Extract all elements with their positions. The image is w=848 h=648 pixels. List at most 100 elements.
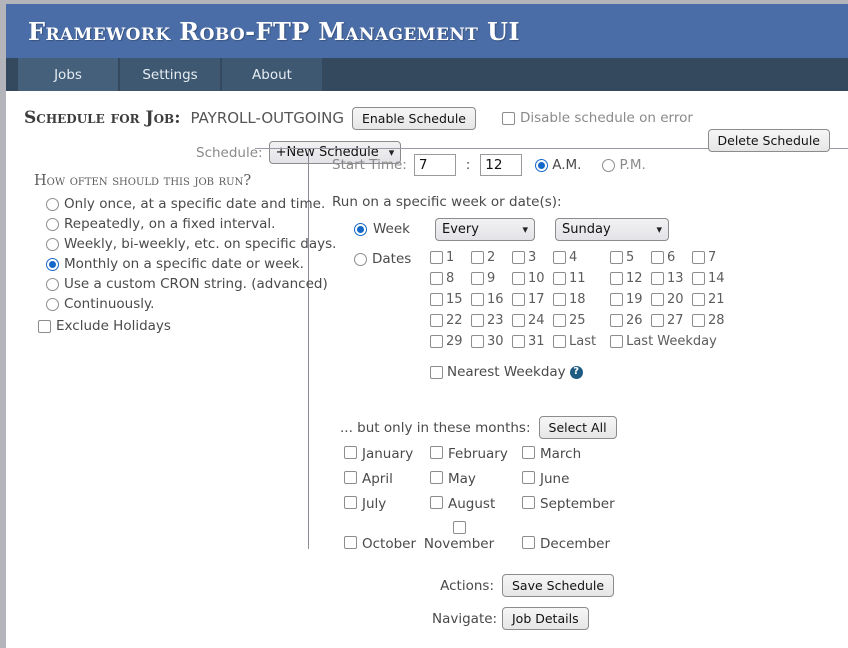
- date-checkbox-15[interactable]: 15: [430, 292, 471, 307]
- checkbox[interactable]: [522, 536, 535, 549]
- checkbox[interactable]: [512, 335, 525, 348]
- dates-option[interactable]: Dates: [354, 250, 430, 267]
- checkbox[interactable]: [553, 335, 566, 348]
- checkbox[interactable]: [522, 496, 535, 509]
- radio-monthly[interactable]: [46, 257, 59, 271]
- date-checkbox-last[interactable]: Last: [553, 334, 596, 349]
- date-checkbox-13[interactable]: 13: [651, 271, 692, 286]
- date-checkbox-27[interactable]: 27: [651, 313, 692, 328]
- checkbox[interactable]: [553, 314, 566, 327]
- checkbox[interactable]: [553, 293, 566, 306]
- checkbox[interactable]: [344, 471, 357, 484]
- week-day-select[interactable]: Sunday ▾: [555, 217, 669, 241]
- month-checkbox-january[interactable]: January: [344, 446, 430, 462]
- month-checkbox-july[interactable]: July: [344, 496, 430, 512]
- help-icon[interactable]: ?: [569, 365, 583, 379]
- radio-cron[interactable]: [46, 277, 59, 291]
- date-checkbox-8[interactable]: 8: [430, 271, 471, 286]
- checkbox[interactable]: [553, 251, 566, 264]
- checkbox[interactable]: [692, 314, 705, 327]
- radio-weekly[interactable]: [46, 237, 59, 251]
- radio-dates[interactable]: [354, 252, 367, 266]
- disable-schedule-on-error-checkbox[interactable]: [501, 111, 515, 125]
- date-checkbox-23[interactable]: 23: [471, 313, 512, 328]
- date-checkbox-9[interactable]: 9: [471, 271, 512, 286]
- checkbox[interactable]: [522, 446, 535, 459]
- date-checkbox-10[interactable]: 10: [512, 271, 553, 286]
- pm-option[interactable]: P.M.: [602, 157, 646, 173]
- frequency-option-weekly[interactable]: Weekly, bi-weekly, etc. on specific days…: [46, 234, 336, 254]
- frequency-option-monthly[interactable]: Monthly on a specific date or week.: [46, 254, 304, 274]
- checkbox[interactable]: [512, 293, 525, 306]
- date-checkbox-16[interactable]: 16: [471, 292, 512, 307]
- frequency-option-cron[interactable]: Use a custom CRON string. (advanced): [46, 274, 328, 294]
- date-checkbox-2[interactable]: 2: [471, 250, 512, 265]
- checkbox[interactable]: [471, 293, 484, 306]
- radio-once[interactable]: [46, 197, 59, 211]
- checkbox[interactable]: [512, 272, 525, 285]
- am-option[interactable]: A.M.: [535, 157, 581, 173]
- month-checkbox-september[interactable]: September: [522, 496, 832, 512]
- radio-pm[interactable]: [602, 158, 616, 172]
- checkbox[interactable]: [610, 314, 623, 327]
- date-checkbox-20[interactable]: 20: [651, 292, 692, 307]
- frequency-option-once[interactable]: Only once, at a specific date and time.: [46, 194, 325, 214]
- date-checkbox-7[interactable]: 7: [692, 250, 733, 265]
- tab-about[interactable]: About: [222, 58, 322, 91]
- date-checkbox-18[interactable]: 18: [553, 292, 594, 307]
- month-checkbox-june[interactable]: June: [522, 471, 832, 487]
- month-checkbox-november[interactable]: November: [424, 521, 494, 552]
- checkbox[interactable]: [471, 251, 484, 264]
- checkbox[interactable]: [610, 335, 624, 348]
- date-checkbox-6[interactable]: 6: [651, 250, 692, 265]
- date-checkbox-29[interactable]: 29: [430, 334, 471, 349]
- radio-week[interactable]: [354, 222, 367, 236]
- checkbox[interactable]: [610, 293, 623, 306]
- checkbox[interactable]: [553, 272, 566, 285]
- checkbox[interactable]: [610, 251, 623, 264]
- date-checkbox-31[interactable]: 31: [512, 334, 553, 349]
- month-checkbox-october[interactable]: October: [344, 536, 430, 552]
- checkbox[interactable]: [651, 293, 664, 306]
- date-checkbox-12[interactable]: 12: [610, 271, 651, 286]
- checkbox[interactable]: [522, 471, 535, 484]
- disable-schedule-on-error-checkbox-wrap[interactable]: Disable schedule on error: [501, 110, 693, 126]
- date-checkbox-24[interactable]: 24: [512, 313, 553, 328]
- date-checkbox-30[interactable]: 30: [471, 334, 512, 349]
- start-time-hour-input[interactable]: [413, 154, 456, 176]
- month-checkbox-march[interactable]: March: [522, 446, 832, 462]
- checkbox[interactable]: [430, 314, 443, 327]
- exclude-holidays-checkbox[interactable]: [38, 319, 51, 333]
- checkbox[interactable]: [692, 272, 705, 285]
- delete-schedule-button[interactable]: Delete Schedule: [707, 129, 830, 152]
- date-checkbox-19[interactable]: 19: [610, 292, 651, 307]
- month-checkbox-december[interactable]: December: [522, 536, 832, 552]
- checkbox[interactable]: [651, 251, 664, 264]
- checkbox[interactable]: [344, 446, 357, 459]
- checkbox[interactable]: [430, 446, 443, 459]
- checkbox[interactable]: [512, 251, 525, 264]
- checkbox[interactable]: [430, 335, 443, 348]
- month-checkbox-august[interactable]: August: [430, 496, 522, 512]
- radio-am[interactable]: [535, 158, 549, 172]
- date-checkbox-last-weekday[interactable]: Last Weekday: [610, 334, 717, 349]
- save-schedule-button[interactable]: Save Schedule: [502, 574, 615, 597]
- date-checkbox-3[interactable]: 3: [512, 250, 553, 265]
- enable-schedule-button[interactable]: Enable Schedule: [351, 106, 476, 130]
- radio-repeatedly[interactable]: [46, 217, 59, 231]
- date-checkbox-14[interactable]: 14: [692, 271, 733, 286]
- radio-continuously[interactable]: [46, 297, 59, 311]
- date-checkbox-1[interactable]: 1: [430, 250, 471, 265]
- date-checkbox-5[interactable]: 5: [610, 250, 651, 265]
- month-checkbox-may[interactable]: May: [430, 471, 522, 487]
- checkbox[interactable]: [692, 251, 705, 264]
- nearest-weekday-row[interactable]: Nearest Weekday ?: [430, 364, 733, 380]
- checkbox[interactable]: [430, 272, 443, 285]
- date-checkbox-11[interactable]: 11: [553, 271, 594, 286]
- frequency-option-repeatedly[interactable]: Repeatedly, on a fixed interval.: [46, 214, 299, 234]
- week-ordinal-select[interactable]: Every ▾: [435, 217, 535, 241]
- checkbox[interactable]: [471, 335, 484, 348]
- checkbox[interactable]: [430, 251, 443, 264]
- date-checkbox-4[interactable]: 4: [553, 250, 594, 265]
- checkbox[interactable]: [430, 293, 443, 306]
